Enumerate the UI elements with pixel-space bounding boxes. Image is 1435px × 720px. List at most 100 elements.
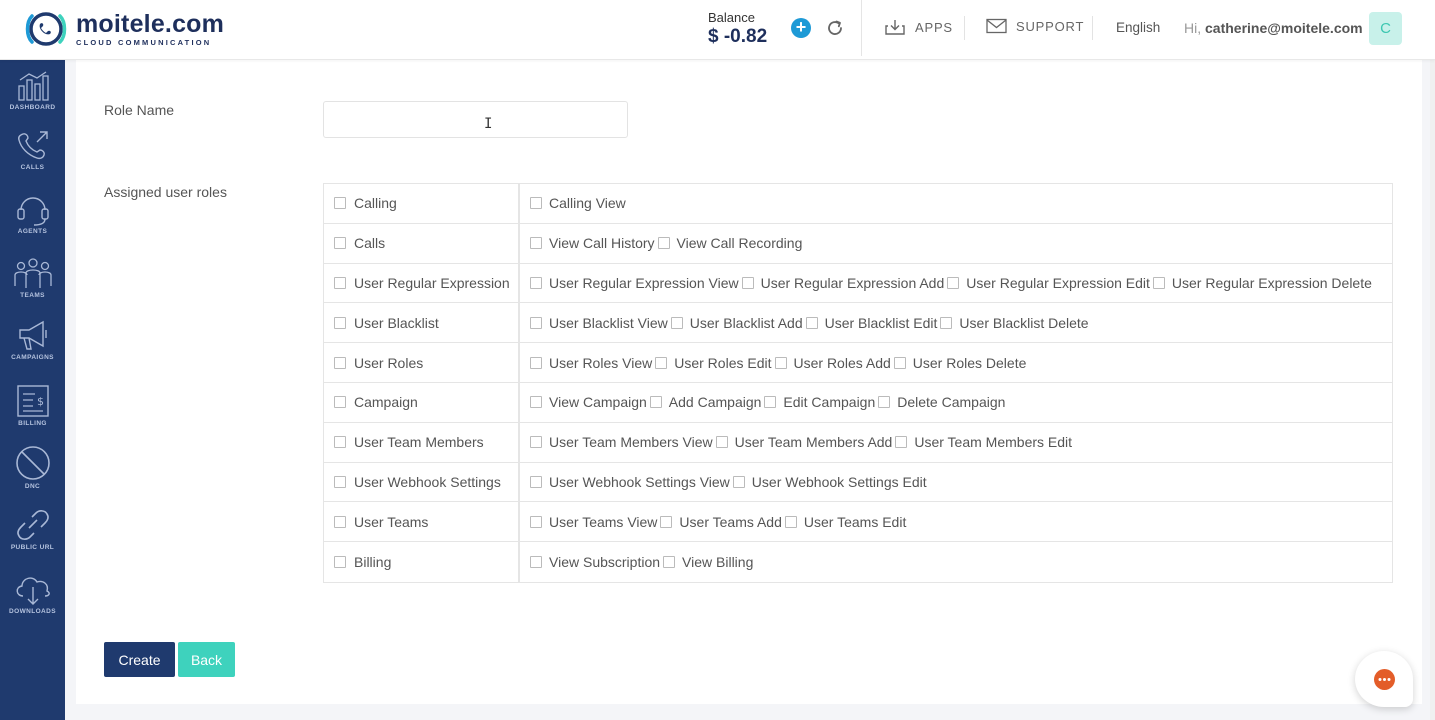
permission-checkbox[interactable] — [657, 237, 670, 250]
sidebar-item-public-url[interactable]: PUBLIC URL — [0, 508, 65, 551]
category-checkbox[interactable] — [334, 556, 346, 569]
permission-checkbox[interactable] — [530, 356, 542, 369]
permission-checkbox[interactable] — [895, 436, 908, 449]
sidebar-item-dnc[interactable]: DNC — [0, 445, 65, 490]
permission-checkbox[interactable] — [764, 396, 777, 409]
brand-logo[interactable]: moitele.com CLOUD COMMUNICATION — [20, 8, 224, 50]
category-checkbox[interactable] — [334, 515, 346, 528]
permission-checkbox[interactable] — [530, 237, 542, 250]
permission-checkbox[interactable] — [530, 515, 542, 528]
permission-checkbox[interactable] — [1152, 276, 1165, 289]
permission-checkbox[interactable] — [530, 436, 542, 449]
permission-option[interactable]: User Roles View — [530, 355, 652, 371]
permission-checkbox[interactable] — [530, 276, 542, 289]
category-checkbox[interactable] — [334, 396, 346, 409]
permission-checkbox[interactable] — [530, 556, 542, 569]
sidebar-item-campaigns[interactable]: CAMPAIGNS — [0, 318, 65, 361]
category-checkbox[interactable] — [334, 276, 346, 289]
permission-checkbox[interactable] — [893, 356, 906, 369]
permission-option[interactable]: User Team Members View — [530, 434, 713, 450]
category-checkbox[interactable] — [334, 436, 346, 449]
permission-option[interactable]: Add Campaign — [649, 394, 761, 410]
permission-checkbox[interactable] — [663, 556, 676, 569]
permission-category[interactable]: User Roles — [324, 343, 520, 382]
permission-checkbox[interactable] — [649, 396, 662, 409]
permission-category[interactable]: Calls — [324, 223, 520, 263]
permission-option[interactable]: User Blacklist View — [530, 315, 668, 331]
permission-option[interactable]: User Blacklist Delete — [940, 315, 1089, 331]
permission-option[interactable]: User Regular Expression View — [530, 275, 739, 291]
permission-checkbox[interactable] — [530, 396, 542, 409]
permission-checkbox[interactable] — [947, 276, 960, 289]
permission-option[interactable]: User Regular Expression Edit — [947, 275, 1150, 291]
permission-option[interactable]: View Call Recording — [657, 235, 802, 251]
permission-option[interactable]: User Regular Expression Delete — [1152, 275, 1372, 291]
permission-option[interactable]: View Billing — [663, 554, 753, 570]
sidebar-item-calls[interactable]: CALLS — [0, 130, 65, 171]
permission-category[interactable]: User Blacklist — [324, 303, 520, 343]
permission-option[interactable]: Calling View — [530, 195, 626, 211]
permission-checkbox[interactable] — [530, 197, 542, 210]
sidebar-item-billing[interactable]: $ BILLING — [0, 384, 65, 427]
permission-option[interactable]: User Team Members Add — [715, 434, 892, 450]
category-checkbox[interactable] — [334, 197, 346, 210]
permission-category[interactable]: User Webhook Settings — [324, 462, 520, 502]
sidebar-item-teams[interactable]: TEAMS — [0, 256, 65, 299]
permission-category[interactable]: Billing — [324, 542, 520, 582]
permission-option[interactable]: View Call History — [530, 235, 655, 251]
user-greeting[interactable]: Hi, catherine@moitele.com — [1184, 20, 1363, 36]
permission-option[interactable]: View Campaign — [530, 394, 647, 410]
apps-button[interactable]: APPS — [884, 18, 953, 36]
permission-option[interactable]: User Roles Edit — [655, 355, 772, 371]
permission-option[interactable]: User Webhook Settings Edit — [732, 474, 927, 490]
permission-checkbox[interactable] — [805, 316, 818, 329]
permission-option[interactable]: User Team Members Edit — [895, 434, 1072, 450]
permission-checkbox[interactable] — [715, 436, 728, 449]
permission-category[interactable]: Calling — [324, 184, 520, 223]
permission-category[interactable]: User Regular Expression — [324, 263, 520, 303]
support-button[interactable]: SUPPORT — [986, 18, 1084, 34]
category-checkbox[interactable] — [334, 237, 346, 250]
role-name-input[interactable] — [323, 101, 628, 138]
permission-checkbox[interactable] — [741, 276, 754, 289]
permission-option[interactable]: Delete Campaign — [878, 394, 1005, 410]
permission-checkbox[interactable] — [940, 316, 953, 329]
permission-option[interactable]: View Subscription — [530, 554, 660, 570]
category-checkbox[interactable] — [334, 356, 346, 369]
permission-checkbox[interactable] — [660, 515, 673, 528]
category-checkbox[interactable] — [334, 475, 346, 488]
permission-category[interactable]: Campaign — [324, 382, 520, 422]
permission-option[interactable]: User Roles Delete — [893, 355, 1026, 371]
permission-checkbox[interactable] — [784, 515, 797, 528]
refresh-icon[interactable] — [825, 18, 845, 38]
permission-checkbox[interactable] — [670, 316, 683, 329]
permission-option[interactable]: User Teams Add — [660, 514, 782, 530]
permission-category[interactable]: User Team Members — [324, 422, 520, 462]
category-checkbox[interactable] — [334, 316, 346, 329]
permission-option[interactable]: User Webhook Settings View — [530, 474, 730, 490]
add-balance-button[interactable]: + — [791, 18, 811, 38]
avatar[interactable]: C — [1369, 12, 1402, 45]
permission-checkbox[interactable] — [655, 356, 668, 369]
permission-checkbox[interactable] — [732, 475, 745, 488]
language-selector[interactable]: English — [1116, 20, 1160, 35]
sidebar-item-agents[interactable]: AGENTS — [0, 192, 65, 235]
permission-option[interactable]: User Blacklist Add — [670, 315, 803, 331]
sidebar-item-downloads[interactable]: DOWNLOADS — [0, 572, 65, 615]
permission-checkbox[interactable] — [878, 396, 891, 409]
permission-checkbox[interactable] — [530, 316, 542, 329]
chat-widget-button[interactable] — [1355, 651, 1413, 707]
page-scrollbar[interactable] — [1430, 60, 1435, 720]
permission-option[interactable]: User Teams View — [530, 514, 657, 530]
permission-checkbox[interactable] — [530, 475, 542, 488]
permission-option[interactable]: Edit Campaign — [764, 394, 875, 410]
permission-option[interactable]: User Teams Edit — [784, 514, 906, 530]
permission-checkbox[interactable] — [774, 356, 787, 369]
create-button[interactable]: Create — [104, 642, 175, 677]
permission-option[interactable]: User Regular Expression Add — [741, 275, 944, 291]
permission-option[interactable]: User Roles Add — [774, 355, 891, 371]
back-button[interactable]: Back — [178, 642, 235, 677]
sidebar-item-dashboard[interactable]: DASHBOARD — [0, 70, 65, 111]
permission-option[interactable]: User Blacklist Edit — [805, 315, 937, 331]
permission-category[interactable]: User Teams — [324, 502, 520, 542]
